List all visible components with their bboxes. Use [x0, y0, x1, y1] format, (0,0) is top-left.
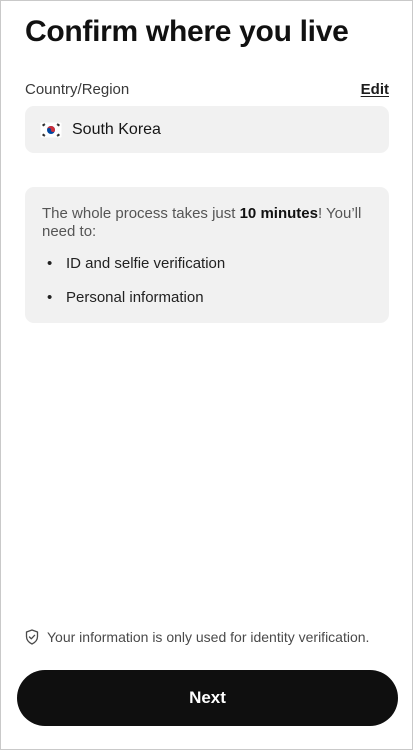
page-title: Confirm where you live [25, 15, 349, 48]
requirements-list: • ID and selfie verification • Personal in… [42, 255, 373, 307]
bullet-icon: • [47, 255, 53, 272]
process-info-card: The whole process takes just 10 minutes!… [25, 187, 389, 323]
bullet-icon: • [47, 289, 53, 306]
app-screen: Confirm where you live Country/Region Ed… [0, 0, 413, 750]
process-info-text: The whole process takes just 10 minutes!… [42, 205, 373, 241]
list-item: • ID and selfie verification [42, 255, 373, 273]
edit-country-link[interactable]: Edit [361, 81, 389, 98]
requirement-label: ID and selfie verification [66, 255, 226, 272]
requirement-label: Personal information [66, 289, 204, 306]
privacy-text: Your information is only used for identi… [47, 629, 370, 645]
shield-check-icon [25, 629, 39, 645]
next-button[interactable]: Next [17, 670, 398, 726]
list-item: • Personal information [42, 289, 373, 307]
info-duration: 10 minutes [239, 205, 318, 222]
country-region-label: Country/Region [25, 80, 130, 98]
info-text-prefix: The whole process takes just [42, 205, 240, 222]
country-label-row: Country/Region Edit [25, 79, 389, 99]
south-korea-flag-icon [39, 121, 63, 138]
country-selector[interactable]: South Korea [25, 106, 389, 153]
privacy-notice: Your information is only used for identi… [25, 629, 369, 645]
selected-country: South Korea [72, 120, 161, 138]
